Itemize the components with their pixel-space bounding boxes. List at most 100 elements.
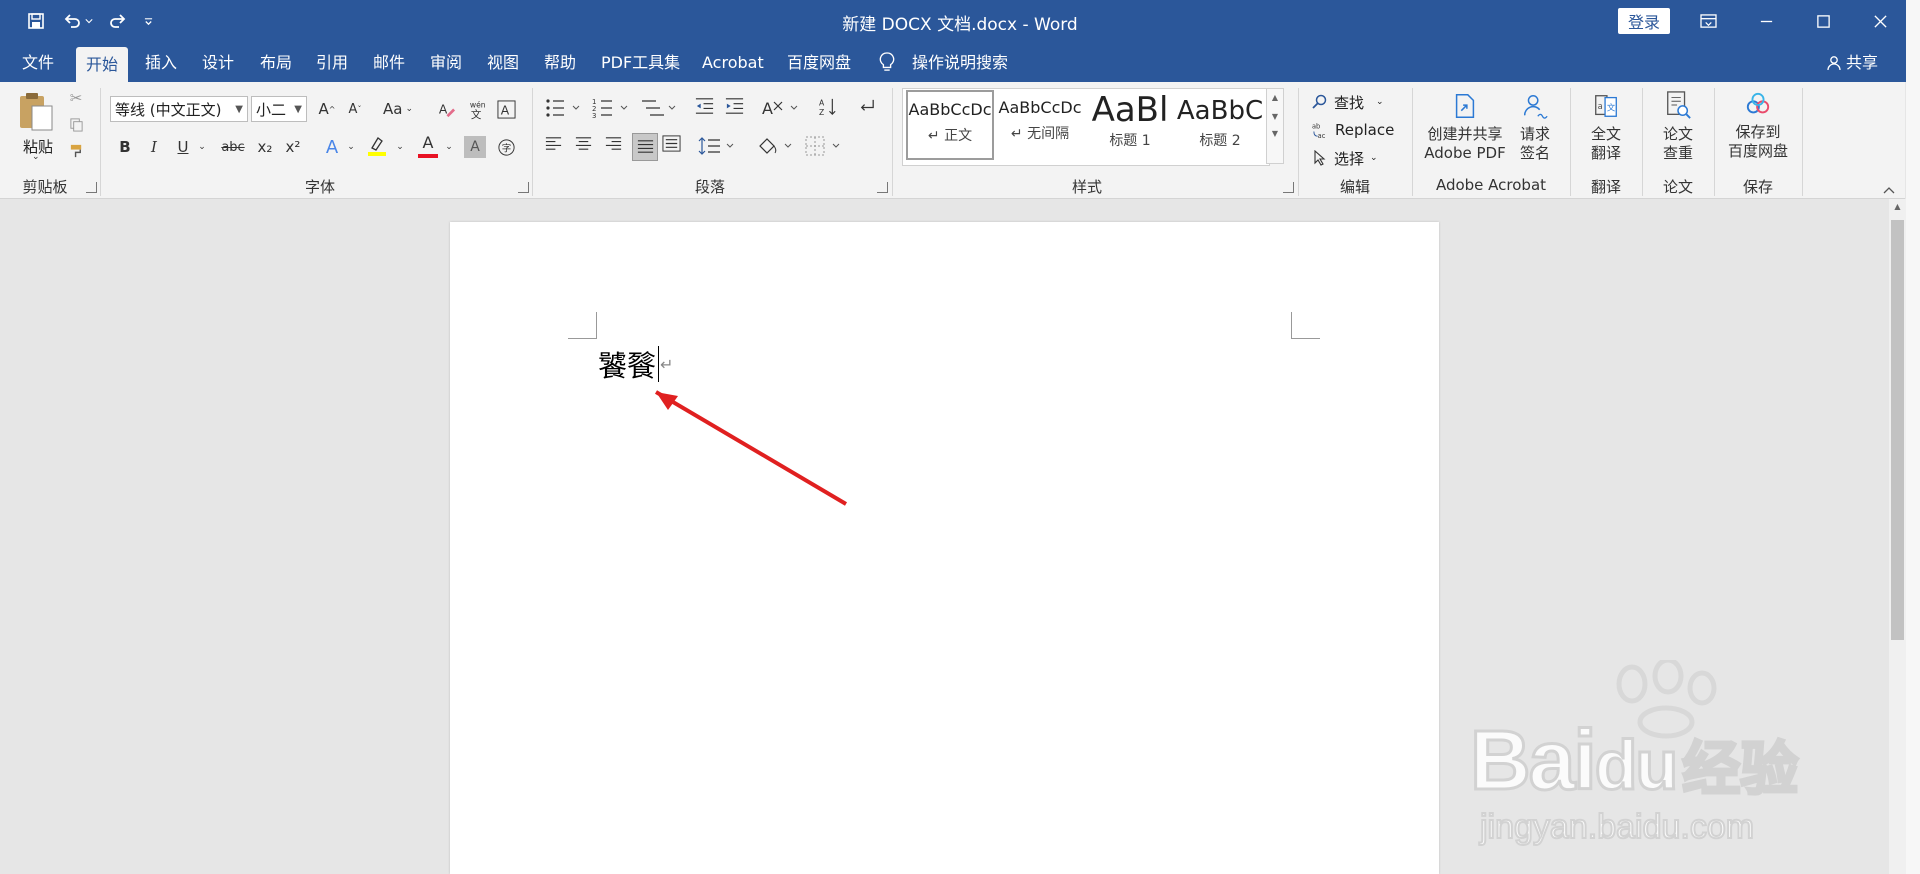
align-left-icon[interactable] <box>544 134 568 160</box>
asian-layout-icon[interactable]: A <box>762 96 802 122</box>
document-body-line[interactable]: 饕餮 ↵ <box>598 344 673 384</box>
customize-toolbar-icon[interactable] <box>140 8 156 34</box>
styles-scroll[interactable]: ▲ ▼ ▼ <box>1266 88 1284 164</box>
style-heading-2[interactable]: AaBbC 标题 2 <box>1176 90 1264 160</box>
font-color-dropdown-icon[interactable]: ⌄ <box>443 134 455 160</box>
ribbon-display-options-icon[interactable] <box>1680 0 1736 43</box>
replace-button[interactable]: ab ac Replace <box>1312 118 1394 142</box>
underline-dropdown-icon[interactable]: ⌄ <box>196 134 208 160</box>
tab-home[interactable]: 开始 <box>76 47 129 82</box>
shrink-font-icon[interactable]: Aˇ <box>345 97 365 121</box>
save-icon[interactable] <box>22 8 50 34</box>
font-size-combo[interactable]: 小二 ▼ <box>251 96 307 122</box>
margin-mark-top-left <box>568 312 597 339</box>
underline-button[interactable]: U <box>172 134 194 160</box>
tab-references[interactable]: 引用 <box>306 43 358 82</box>
redo-icon[interactable] <box>104 8 132 34</box>
align-right-icon[interactable] <box>604 134 628 160</box>
tab-review[interactable]: 审阅 <box>420 43 472 82</box>
phonetic-guide-icon[interactable]: wén 文 <box>464 96 490 122</box>
clipboard-launcher-icon[interactable] <box>86 182 97 193</box>
subscript-button[interactable]: x₂ <box>254 134 276 160</box>
paragraph-launcher-icon[interactable] <box>877 182 888 193</box>
strikethrough-button[interactable]: abc <box>218 134 248 160</box>
text-effects-dropdown-icon[interactable]: ⌄ <box>345 134 357 160</box>
tab-baidu-netdisk[interactable]: 百度网盘 <box>777 43 861 82</box>
tab-file[interactable]: 文件 <box>12 43 64 82</box>
tab-design[interactable]: 设计 <box>192 43 244 82</box>
distributed-icon[interactable] <box>662 134 686 160</box>
watermark-url: jingyan.baidu.com <box>1479 807 1755 847</box>
change-case-button[interactable]: Aa ⌄ <box>380 97 416 121</box>
borders-icon[interactable] <box>804 134 844 160</box>
svg-text:A: A <box>500 103 509 117</box>
select-button[interactable]: 选择 ⌄ <box>1312 146 1378 170</box>
align-center-icon[interactable] <box>574 134 598 160</box>
collapse-ribbon-icon[interactable] <box>1882 180 1896 194</box>
editing-group-label: 编辑 <box>1339 178 1370 196</box>
character-shading-icon[interactable]: A <box>464 136 486 158</box>
style-no-spacing[interactable]: AaBbCcDc ↵ 无间隔 <box>996 90 1084 160</box>
sort-icon[interactable]: AZ <box>818 96 844 122</box>
justify-icon[interactable] <box>632 133 658 161</box>
annotation-arrow <box>654 390 848 506</box>
tab-mailings[interactable]: 邮件 <box>363 43 415 82</box>
maximize-icon[interactable] <box>1795 0 1851 43</box>
font-color-icon[interactable]: A <box>416 134 440 160</box>
grow-font-icon[interactable]: A ^ <box>317 97 337 121</box>
show-paragraph-marks-icon[interactable] <box>856 96 882 122</box>
svg-text:3: 3 <box>592 112 596 120</box>
increase-indent-icon[interactable] <box>724 96 750 122</box>
tab-insert[interactable]: 插入 <box>135 43 187 82</box>
highlight-icon[interactable] <box>366 134 390 160</box>
paste-dropdown-icon[interactable]: ⌄ <box>32 152 40 162</box>
close-icon[interactable] <box>1852 0 1908 43</box>
tab-layout[interactable]: 布局 <box>250 43 302 82</box>
find-button[interactable]: 查找 ⌄ <box>1312 90 1384 114</box>
request-signature-button[interactable]: 请求 签名 <box>1512 92 1558 163</box>
tab-view[interactable]: 视图 <box>477 43 529 82</box>
decrease-indent-icon[interactable] <box>694 96 720 122</box>
tell-me-search[interactable]: 操作说明搜索 <box>902 43 1018 82</box>
style-normal[interactable]: AaBbCcDc ↵ 正文 <box>906 90 994 160</box>
create-share-pdf-button[interactable]: 创建并共享 Adobe PDF <box>1420 92 1510 163</box>
copy-icon[interactable] <box>66 114 86 134</box>
cut-icon[interactable]: ✂ <box>66 88 86 108</box>
minimize-icon[interactable] <box>1738 0 1794 43</box>
tab-help[interactable]: 帮助 <box>534 43 586 82</box>
save-to-baidu-button[interactable]: 保存到 百度网盘 <box>1722 92 1794 161</box>
enclose-characters-icon[interactable]: 字 <box>494 134 518 160</box>
bullets-icon[interactable] <box>544 96 584 122</box>
chevron-down-icon: ▼ <box>294 104 302 115</box>
shading-icon[interactable] <box>756 134 796 160</box>
scroll-up-icon[interactable]: ▲ <box>1891 202 1904 216</box>
full-translate-button[interactable]: a文 全文 翻译 <box>1578 92 1634 163</box>
font-name-combo[interactable]: 等线 (中文正文) ▼ <box>110 96 248 122</box>
italic-button[interactable]: I <box>143 134 165 160</box>
paste-button[interactable]: 粘贴 <box>16 90 60 156</box>
tab-pdf-tools[interactable]: PDF工具集 <box>591 43 690 82</box>
text-effects-icon[interactable]: A <box>320 134 344 160</box>
replace-label: Replace <box>1335 121 1395 139</box>
numbering-icon[interactable]: 123 <box>592 96 632 122</box>
superscript-button[interactable]: x² <box>282 134 304 160</box>
share-button[interactable]: 共享 <box>1826 43 1878 82</box>
character-border-icon[interactable]: A <box>494 96 518 122</box>
login-button[interactable]: 登录 <box>1618 8 1670 34</box>
line-spacing-icon[interactable] <box>698 134 738 160</box>
save-group-label: 保存 <box>1742 178 1773 196</box>
styles-launcher-icon[interactable] <box>1283 182 1294 193</box>
bold-button[interactable]: B <box>114 134 136 160</box>
multilevel-list-icon[interactable] <box>640 96 680 122</box>
style-heading-1[interactable]: AaBl 标题 1 <box>1086 90 1174 160</box>
paper-check-button[interactable]: 论文 查重 <box>1650 90 1706 163</box>
clipboard-icon <box>20 93 53 131</box>
font-launcher-icon[interactable] <box>518 182 529 193</box>
undo-dropdown-icon[interactable] <box>82 8 96 34</box>
scroll-thumb[interactable] <box>1891 220 1904 640</box>
tab-acrobat[interactable]: Acrobat <box>692 43 774 82</box>
clear-formatting-icon[interactable]: A <box>434 96 458 122</box>
search-icon <box>1312 94 1327 109</box>
format-painter-icon[interactable] <box>66 140 86 160</box>
highlight-dropdown-icon[interactable]: ⌄ <box>394 134 406 160</box>
